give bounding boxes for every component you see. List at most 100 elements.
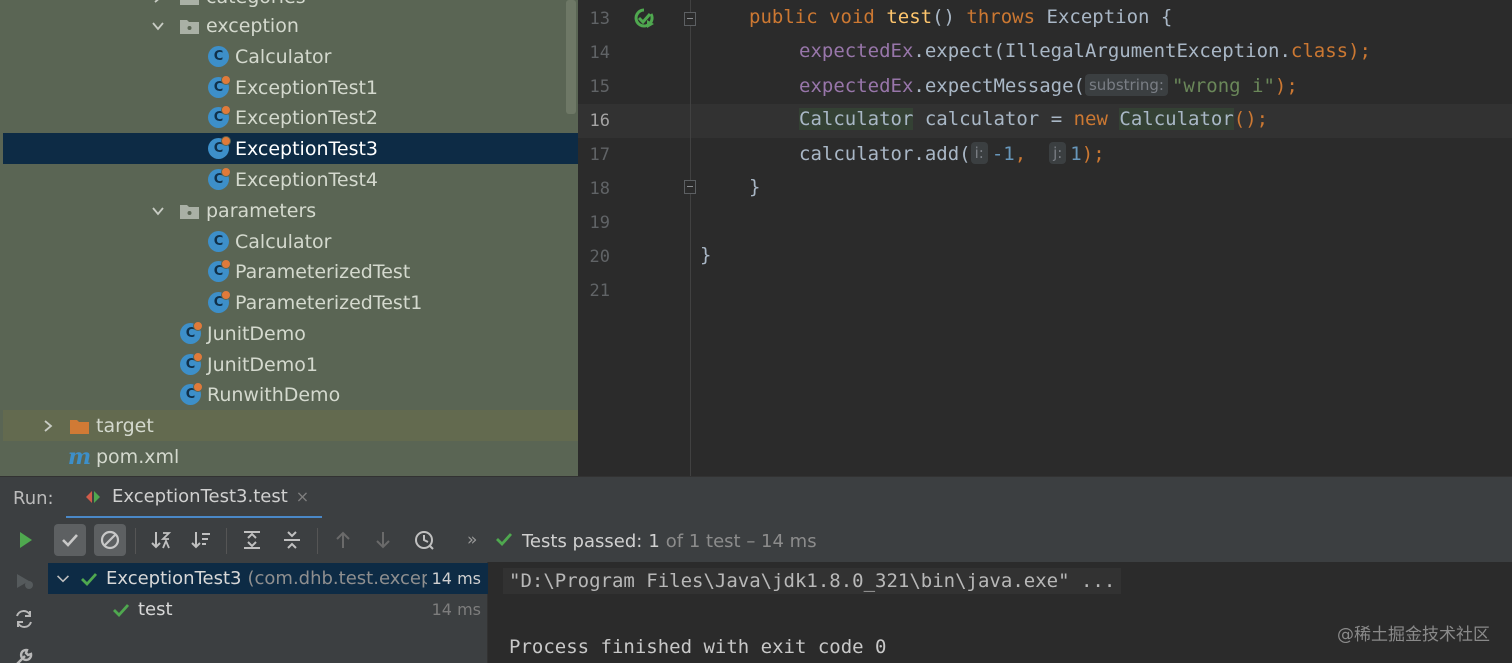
test-case-name: test xyxy=(138,599,173,620)
code-token: .expectMessage( xyxy=(913,75,1085,97)
code-token: ); xyxy=(1274,75,1298,97)
circle-slash-icon xyxy=(100,530,120,550)
sort-duration-icon xyxy=(191,532,210,549)
code-token: 1 xyxy=(1070,143,1082,165)
code-token: throws xyxy=(966,6,1036,28)
test-history-button[interactable] xyxy=(408,524,440,556)
code-editor[interactable] xyxy=(691,0,1512,476)
tree-label: categories xyxy=(206,0,306,8)
line-number: 13 xyxy=(589,9,610,29)
code-token: IllegalArgumentException xyxy=(1004,40,1280,62)
code-token: = xyxy=(1050,108,1063,130)
parameter-hint: i: xyxy=(970,142,988,164)
expand-all-button[interactable] xyxy=(236,524,268,556)
line-number: 19 xyxy=(589,213,610,233)
chevron-down-icon[interactable] xyxy=(56,572,70,586)
run-tab-label: ExceptionTest3.test xyxy=(112,486,288,507)
code-token: new xyxy=(1073,108,1108,130)
java-test-class-icon: C xyxy=(208,136,231,159)
tree-label: ExceptionTest3 xyxy=(235,137,379,160)
line-number: 18 xyxy=(589,179,610,199)
run-toolbar: » Tests passed: 1 of 1 test – 14 ms xyxy=(0,518,1512,562)
tree-folder-target[interactable]: target xyxy=(3,410,578,441)
tree-label: JunitDemo1 xyxy=(207,353,318,376)
fold-marker-icon[interactable] xyxy=(684,12,696,26)
gutter-divider xyxy=(690,0,691,476)
rerun-failed-icon[interactable] xyxy=(13,570,35,592)
run-test-gutter-icon[interactable] xyxy=(632,7,656,31)
run-tab-exceptiontest3[interactable]: ExceptionTest3.test × xyxy=(66,477,322,519)
code-token: , xyxy=(1014,143,1027,165)
java-test-class-icon: C xyxy=(208,167,231,190)
tree-label: JunitDemo xyxy=(207,322,306,345)
toolbar-separator xyxy=(135,528,136,554)
code-token: public xyxy=(749,6,818,28)
tree-label: ExceptionTest2 xyxy=(235,106,379,129)
rerun-button[interactable] xyxy=(9,524,41,556)
line-number: 20 xyxy=(589,247,610,267)
tree-item-parameterizedtest[interactable]: C ParameterizedTest xyxy=(3,256,578,287)
test-results-tree: ExceptionTest3 (com.dhb.test.except 14 m… xyxy=(48,562,488,663)
toggle-auto-test-icon[interactable] xyxy=(13,608,35,630)
tree-item-exceptiontest1[interactable]: C ExceptionTest1 xyxy=(3,72,578,103)
code-line-13: public void test() throws Exception { xyxy=(749,6,1172,28)
excluded-folder-icon xyxy=(69,415,90,436)
sort-by-duration-button[interactable] xyxy=(185,524,217,556)
fold-marker-icon[interactable] xyxy=(684,180,696,194)
package-folder-icon xyxy=(179,200,200,221)
tree-label: RunwithDemo xyxy=(207,383,341,406)
tree-item-exceptiontest3[interactable]: C ExceptionTest3 xyxy=(3,133,578,164)
code-token: calculator.add( xyxy=(799,143,971,165)
code-token: Calculator xyxy=(1119,108,1234,130)
maven-icon: m xyxy=(67,443,92,470)
status-detail: of 1 test – 14 ms xyxy=(665,531,817,552)
tree-item-junitdemo1[interactable]: C JunitDemo1 xyxy=(3,349,578,380)
collapse-all-button[interactable] xyxy=(276,524,308,556)
run-console[interactable]: "D:\Program Files\Java\jdk1.8.0_321\bin\… xyxy=(489,562,1512,663)
code-token: .expect( xyxy=(913,40,1005,62)
chevron-down-icon[interactable] xyxy=(151,204,165,218)
tree-item-runwithdemo[interactable]: C RunwithDemo xyxy=(3,379,578,410)
chevron-down-icon[interactable] xyxy=(151,19,165,33)
java-test-class-icon: C xyxy=(180,352,203,375)
toolbar-more-button[interactable]: » xyxy=(467,530,477,550)
editor-gutter xyxy=(578,0,690,476)
test-suite-row[interactable]: ExceptionTest3 (com.dhb.test.except 14 m… xyxy=(48,563,488,594)
code-line-14: expectedEx.expect(IllegalArgumentExcepti… xyxy=(799,40,1371,62)
run-panel-label: Run: xyxy=(13,488,54,509)
wrench-icon[interactable] xyxy=(13,646,35,663)
test-case-row[interactable]: test 14 ms xyxy=(48,594,488,625)
tree-item-exceptiontest2[interactable]: C ExceptionTest2 xyxy=(3,102,578,133)
tree-item-calculator[interactable]: C Calculator xyxy=(3,41,578,72)
chevron-right-icon[interactable] xyxy=(41,419,55,433)
java-class-icon: C xyxy=(208,231,229,252)
sort-alphabetically-button[interactable] xyxy=(145,524,177,556)
tree-item-pom[interactable]: m pom.xml xyxy=(3,441,578,472)
java-test-class-icon: C xyxy=(180,382,203,405)
tree-label: Calculator xyxy=(235,230,332,253)
collapse-all-icon xyxy=(284,531,300,549)
tree-label: ParameterizedTest xyxy=(235,260,411,283)
show-passed-toggle[interactable] xyxy=(54,524,86,556)
project-tree: categories exception C Calculator C Exce… xyxy=(0,0,578,476)
console-command-line[interactable]: "D:\Program Files\Java\jdk1.8.0_321\bin\… xyxy=(503,568,1122,594)
check-icon xyxy=(62,534,78,547)
tree-folder-exception[interactable]: exception xyxy=(3,10,578,41)
test-suite-name: ExceptionTest3 xyxy=(106,568,242,589)
tree-item-parameterizedtest1[interactable]: C ParameterizedTest1 xyxy=(3,287,578,318)
show-ignored-toggle[interactable] xyxy=(94,524,126,556)
tree-folder-parameters[interactable]: parameters xyxy=(3,195,578,226)
next-failed-button[interactable] xyxy=(367,524,399,556)
tree-label: target xyxy=(96,414,154,437)
tree-item-junitdemo[interactable]: C JunitDemo xyxy=(3,318,578,349)
line-number-current: 16 xyxy=(589,111,610,131)
tree-item-calculator-params[interactable]: C Calculator xyxy=(3,226,578,257)
code-token: test xyxy=(886,6,933,28)
tree-label: pom.xml xyxy=(96,445,180,468)
folder-icon xyxy=(179,0,200,7)
previous-failed-button[interactable] xyxy=(327,524,359,556)
tree-label: ExceptionTest4 xyxy=(235,168,379,191)
code-line-18: } xyxy=(749,176,761,198)
close-icon[interactable]: × xyxy=(296,487,309,506)
tree-item-exceptiontest4[interactable]: C ExceptionTest4 xyxy=(3,164,578,195)
